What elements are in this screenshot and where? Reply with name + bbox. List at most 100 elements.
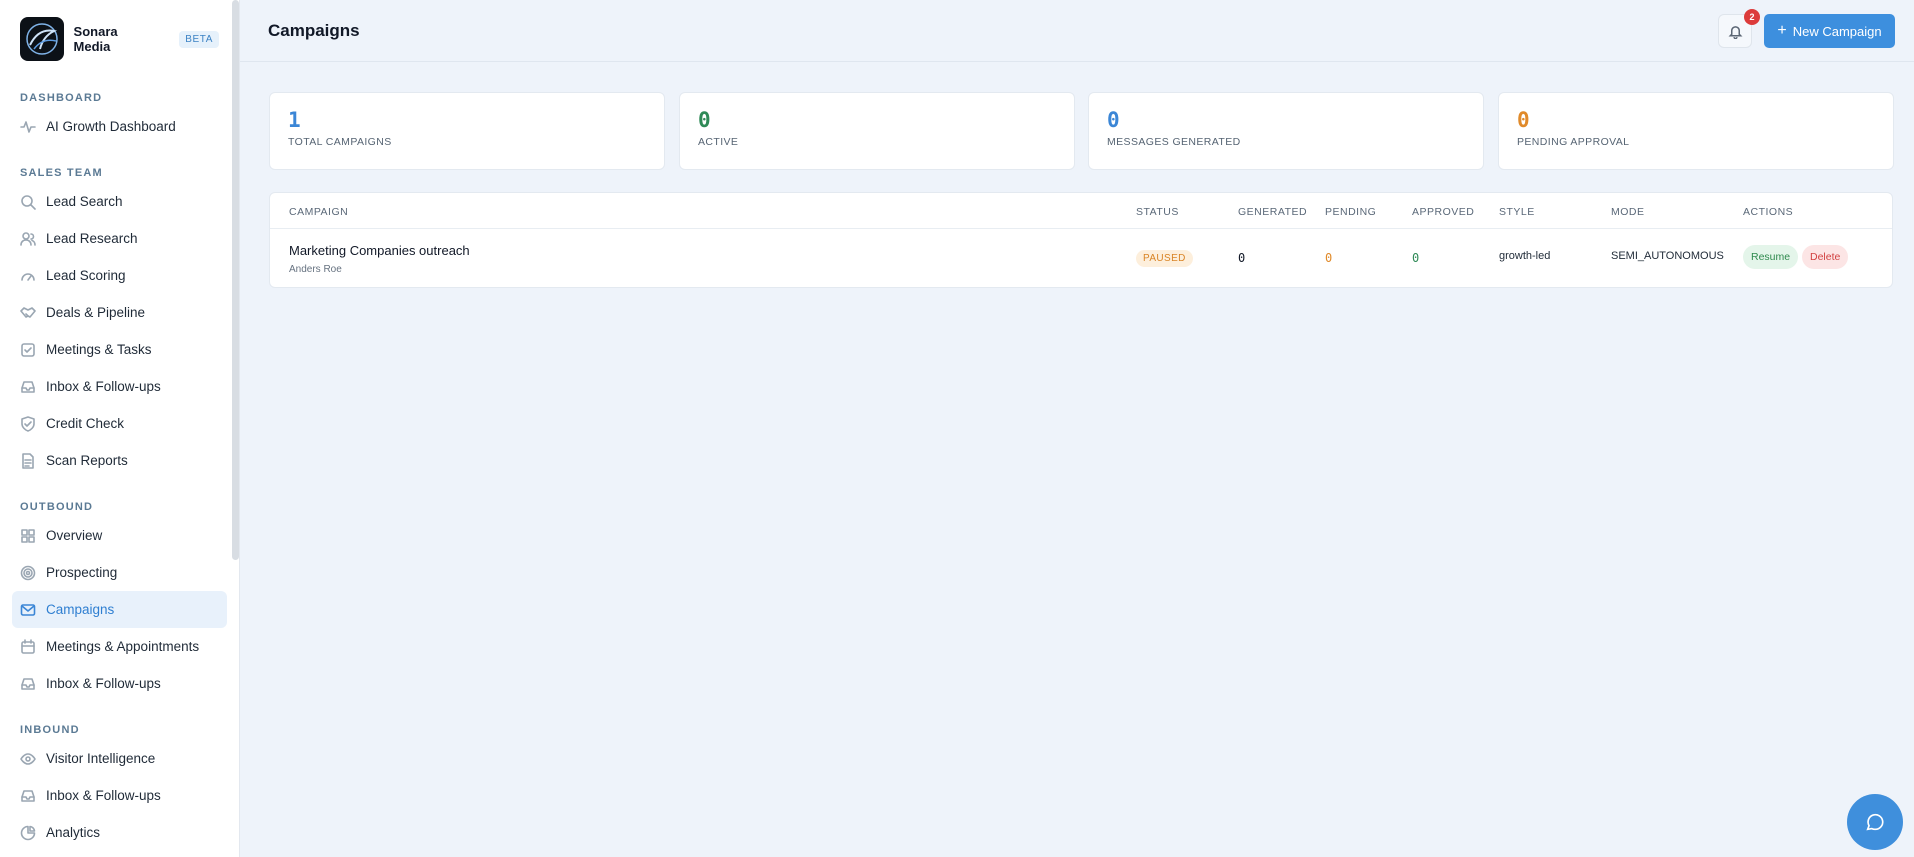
stat-label: TOTAL CAMPAIGNS (288, 136, 392, 148)
status-badge: PAUSED (1136, 250, 1193, 267)
sidebar-item-label: Credit Check (46, 416, 125, 431)
column-header-pending: PENDING (1325, 206, 1377, 218)
sidebar-item-inbound-inbox[interactable]: Inbox & Follow-ups (12, 777, 227, 814)
brand: Sonara Media BETA (0, 0, 239, 78)
sidebar-item-label: Inbox & Follow-ups (46, 788, 161, 803)
sidebar-item-label: Visitor Intelligence (46, 751, 156, 766)
eye-icon (20, 751, 36, 767)
sidebar-item-label: Inbox & Follow-ups (46, 676, 161, 691)
sidebar-item-label: Scan Reports (46, 453, 128, 468)
logo (20, 17, 64, 61)
sidebar-item-label: Overview (46, 528, 103, 543)
sidebar-item-credit-check[interactable]: Credit Check (12, 405, 227, 442)
target-icon (20, 565, 36, 581)
handshake-icon (20, 305, 36, 321)
column-header-mode: MODE (1611, 206, 1645, 218)
sidebar-item-visitor-intelligence[interactable]: Visitor Intelligence (12, 740, 227, 777)
campaign-mode: SEMI_AUTONOMOUS (1611, 250, 1724, 262)
sidebar-item-label: Lead Research (46, 231, 138, 246)
campaign-owner: Anders Roe (289, 264, 342, 275)
section-dashboard: DASHBOARD (20, 92, 103, 104)
plus-icon: + (1777, 22, 1787, 39)
pending-count: 0 (1325, 251, 1333, 265)
sidebar-item-label: Prospecting (46, 565, 118, 580)
sidebar-item-lead-search[interactable]: Lead Search (12, 183, 227, 220)
chat-bubble-icon (1864, 811, 1886, 833)
delete-button[interactable]: Delete (1802, 245, 1849, 269)
stat-value: 0 (698, 108, 711, 132)
notifications-button[interactable]: 2 (1718, 9, 1760, 48)
stat-label: ACTIVE (698, 136, 739, 148)
sidebar-item-label: Campaigns (46, 602, 115, 617)
shield-check-icon (20, 415, 36, 432)
stat-label: MESSAGES GENERATED (1107, 136, 1241, 148)
activity-icon (20, 119, 36, 135)
sidebar-item-meetings-appointments[interactable]: Meetings & Appointments (12, 628, 227, 665)
new-campaign-label: New Campaign (1792, 23, 1882, 39)
page-title: Campaigns (268, 20, 360, 40)
users-icon (20, 231, 36, 247)
sidebar-item-outbound-inbox[interactable]: Inbox & Follow-ups (12, 665, 227, 702)
table-row[interactable]: Marketing Companies outreach Anders Roe … (270, 229, 1892, 288)
inbox-icon (20, 788, 36, 804)
header: Campaigns 2 + New Campaign (240, 0, 1914, 62)
column-header-generated: GENERATED (1238, 206, 1308, 218)
inbox-icon (20, 676, 36, 692)
stat-value: 0 (1107, 108, 1120, 132)
mail-icon (20, 602, 36, 618)
sidebar-item-meetings-tasks[interactable]: Meetings & Tasks (12, 331, 227, 368)
stat-label: PENDING APPROVAL (1517, 136, 1630, 148)
sidebar-scrollbar[interactable] (232, 0, 239, 560)
sidebar-item-lead-research[interactable]: Lead Research (12, 220, 227, 257)
sidebar-item-label: AI Growth Dashboard (46, 119, 176, 134)
column-header-approved: APPROVED (1412, 206, 1475, 218)
section-sales-team: SALES TEAM (20, 167, 103, 179)
search-icon (20, 194, 36, 210)
sidebar-item-label: Meetings & Tasks (46, 342, 152, 357)
checkbox-icon (20, 342, 36, 358)
grid-icon (20, 528, 36, 544)
campaigns-table: CAMPAIGN STATUS GENERATED PENDING APPROV… (269, 192, 1893, 288)
stat-value: 1 (288, 108, 301, 132)
stat-value: 0 (1517, 108, 1530, 132)
sidebar-item-campaigns[interactable]: Campaigns (12, 591, 227, 628)
document-icon (20, 452, 36, 469)
resume-button[interactable]: Resume (1743, 245, 1799, 269)
stat-card-active: 0 ACTIVE (679, 92, 1075, 170)
approved-count: 0 (1412, 251, 1420, 265)
sidebar-item-prospecting[interactable]: Prospecting (12, 554, 227, 591)
section-outbound: OUTBOUND (20, 501, 94, 513)
gauge-icon (20, 268, 36, 284)
column-header-style: STYLE (1499, 206, 1535, 218)
sidebar-item-label: Lead Scoring (46, 268, 126, 283)
stat-card-messages-generated: 0 MESSAGES GENERATED (1088, 92, 1484, 170)
sidebar-item-ai-growth-dashboard[interactable]: AI Growth Dashboard (12, 108, 227, 145)
sidebar-item-label: Meetings & Appointments (46, 639, 200, 654)
brand-name: Sonara Media (73, 24, 118, 54)
sidebar-item-analytics[interactable]: Analytics (12, 814, 227, 851)
column-header-status: STATUS (1136, 206, 1179, 218)
campaign-name[interactable]: Marketing Companies outreach (289, 243, 470, 258)
stat-card-pending-approval: 0 PENDING APPROVAL (1498, 92, 1894, 170)
sidebar-item-label: Inbox & Follow-ups (46, 379, 161, 394)
pie-chart-icon (20, 825, 36, 841)
table-header: CAMPAIGN STATUS GENERATED PENDING APPROV… (270, 193, 1892, 229)
bell-icon (1728, 24, 1743, 39)
campaign-style: growth-led (1499, 250, 1551, 262)
sidebar-item-scan-reports[interactable]: Scan Reports (12, 442, 227, 479)
new-campaign-button[interactable]: + New Campaign (1764, 14, 1895, 48)
sidebar-item-label: Analytics (46, 825, 101, 840)
beta-badge: BETA (179, 30, 219, 48)
sidebar-item-deals-pipeline[interactable]: Deals & Pipeline (12, 294, 227, 331)
column-header-actions: ACTIONS (1743, 206, 1794, 218)
sidebar-item-lead-scoring[interactable]: Lead Scoring (12, 257, 227, 294)
chat-button[interactable] (1847, 794, 1903, 850)
generated-count: 0 (1238, 251, 1246, 265)
sidebar-item-inbox-followups[interactable]: Inbox & Follow-ups (12, 368, 227, 405)
sidebar: Sonara Media BETA DASHBOARD AI Growth Da… (0, 0, 240, 857)
inbox-icon (20, 379, 36, 395)
sidebar-item-overview[interactable]: Overview (12, 517, 227, 554)
column-header-campaign: CAMPAIGN (289, 206, 349, 218)
calendar-icon (20, 638, 36, 655)
section-inbound: INBOUND (20, 724, 80, 736)
